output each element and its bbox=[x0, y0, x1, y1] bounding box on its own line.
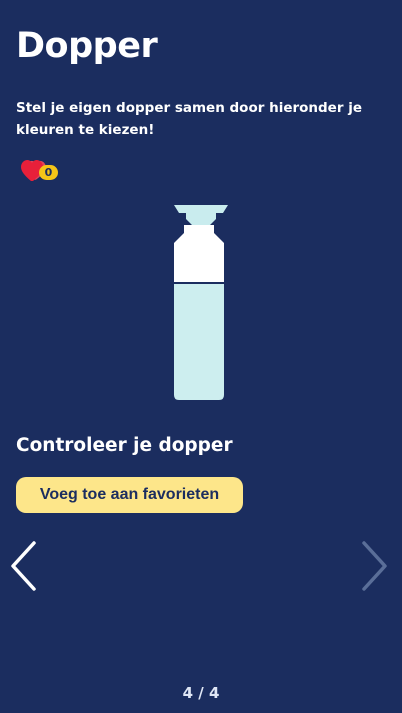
favorites-count-badge: 0 bbox=[39, 165, 58, 180]
page-title: Dopper bbox=[16, 26, 158, 66]
previous-step-button[interactable] bbox=[8, 540, 40, 592]
review-heading: Controleer je dopper bbox=[16, 435, 233, 456]
bottle-top bbox=[174, 225, 224, 282]
bottle-body bbox=[174, 284, 224, 400]
chevron-right-icon bbox=[362, 541, 387, 591]
next-step-button[interactable] bbox=[358, 540, 390, 592]
favorites-indicator[interactable]: 0 bbox=[20, 158, 60, 186]
chevron-left-icon bbox=[11, 541, 36, 591]
add-to-favorites-button[interactable]: Voeg toe aan favorieten bbox=[16, 477, 243, 513]
step-pager: 4 / 4 bbox=[182, 684, 220, 702]
bottle-cap bbox=[174, 205, 228, 225]
bottle-preview bbox=[174, 205, 228, 400]
intro-text: Stel je eigen dopper samen door hieronde… bbox=[16, 100, 362, 138]
